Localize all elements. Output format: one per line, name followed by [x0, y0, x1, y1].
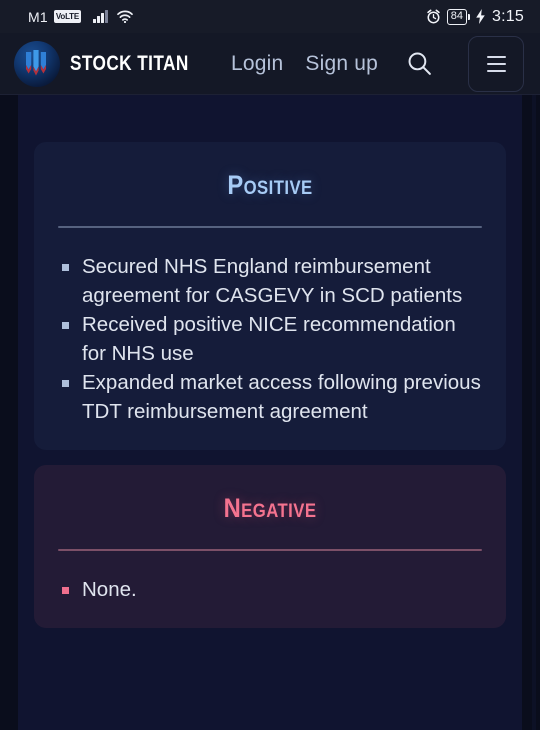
brand-name-label: STOCK TITAN	[70, 51, 189, 75]
volte-badge: VoLTE	[53, 10, 82, 23]
content-top-spacer	[34, 95, 506, 142]
site-header: STOCK TITAN Login Sign up	[0, 33, 540, 95]
status-bar: M1 VoLTE 84 3:15	[0, 0, 540, 33]
primary-nav: Login Sign up	[231, 35, 524, 92]
positive-card-list: Secured NHS England reimbursement agreem…	[34, 252, 506, 426]
positive-card: Positive Secured NHS England reimburseme…	[34, 142, 506, 450]
alarm-clock-icon	[426, 9, 441, 24]
wifi-icon	[116, 10, 133, 23]
left-gutter	[0, 95, 18, 730]
battery-nub	[468, 13, 471, 20]
list-item: Expanded market access following previou…	[60, 368, 484, 426]
stock-titan-logo-icon	[14, 40, 60, 87]
vertical-scrollbar[interactable]	[532, 95, 536, 730]
right-gutter	[522, 95, 540, 730]
negative-card-title: Negative	[223, 493, 317, 523]
carrier-label: M1	[28, 8, 48, 25]
negative-card-list: None.	[34, 575, 506, 604]
battery-indicator: 84	[446, 8, 471, 25]
cellular-signal-icon	[93, 10, 108, 23]
signup-link[interactable]: Sign up	[305, 52, 378, 76]
negative-card-divider	[58, 549, 482, 551]
status-bar-left: M1 VoLTE	[28, 9, 133, 25]
content-column: Positive Secured NHS England reimburseme…	[18, 95, 522, 730]
login-link[interactable]: Login	[231, 52, 283, 76]
page-body: Positive Secured NHS England reimburseme…	[0, 95, 540, 730]
list-item: None.	[60, 575, 484, 604]
list-item: Secured NHS England reimbursement agreem…	[60, 252, 484, 310]
search-icon[interactable]	[404, 49, 434, 79]
battery-level-label: 84	[446, 8, 468, 25]
negative-card: Negative None.	[34, 465, 506, 628]
brand-link[interactable]: STOCK TITAN	[14, 40, 215, 87]
app-root: M1 VoLTE 84 3:15 STOCK TITAN Login Sign …	[0, 0, 540, 730]
status-bar-right: 84 3:15	[426, 8, 524, 26]
lightning-bolt-icon	[475, 9, 486, 24]
clock-label: 3:15	[492, 7, 524, 25]
hamburger-menu-icon[interactable]	[468, 35, 524, 92]
positive-card-divider	[58, 226, 482, 228]
list-item: Received positive NICE recommendation fo…	[60, 310, 484, 368]
positive-card-title: Positive	[227, 170, 313, 200]
